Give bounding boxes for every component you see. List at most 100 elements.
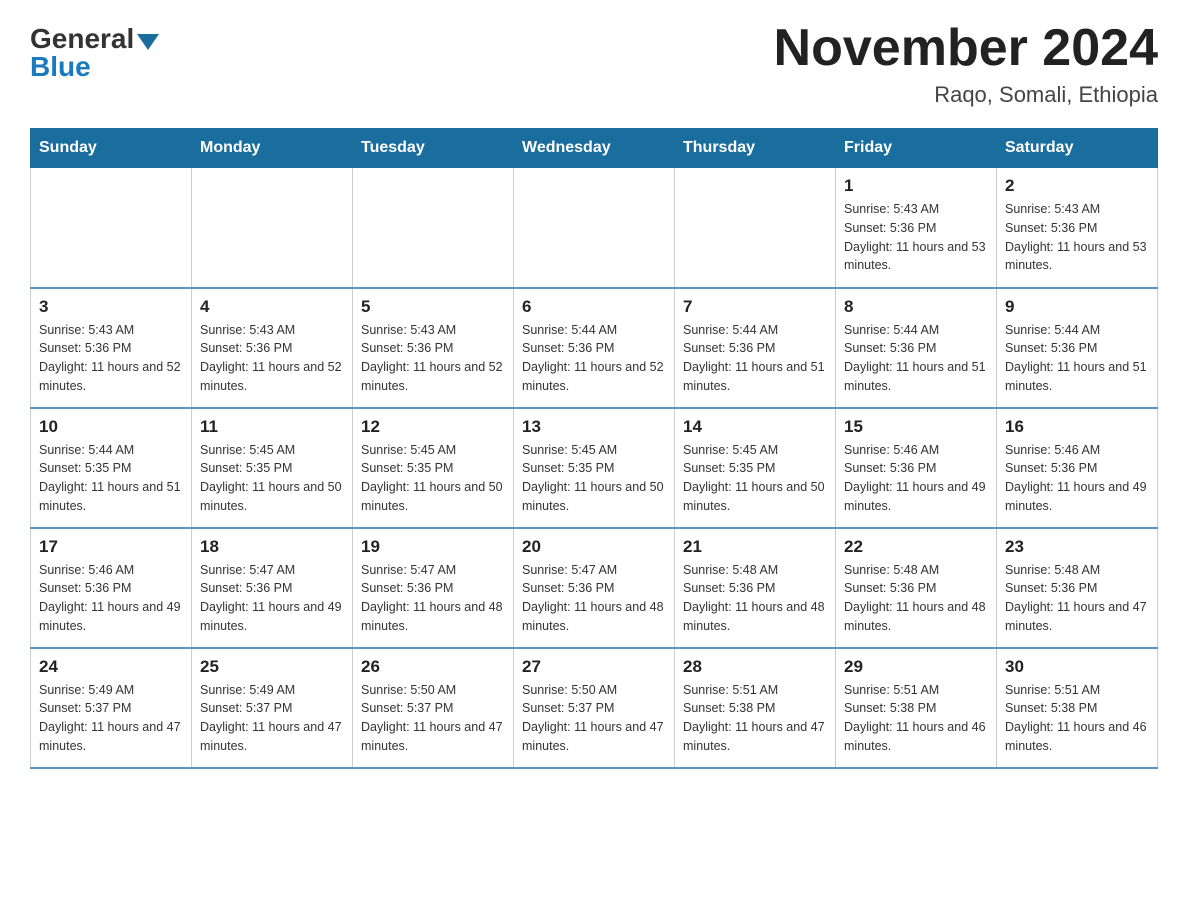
calendar-cell: 9 Sunrise: 5:44 AMSunset: 5:36 PMDaylight… bbox=[997, 288, 1158, 408]
calendar-header-row: SundayMondayTuesdayWednesdayThursdayFrid… bbox=[31, 129, 1158, 168]
weekday-header-friday: Friday bbox=[836, 129, 997, 168]
logo: General Blue bbox=[30, 20, 159, 81]
day-info: Sunrise: 5:44 AMSunset: 5:36 PMDaylight:… bbox=[844, 321, 988, 396]
day-info: Sunrise: 5:43 AMSunset: 5:36 PMDaylight:… bbox=[1005, 200, 1149, 275]
day-info: Sunrise: 5:45 AMSunset: 5:35 PMDaylight:… bbox=[683, 441, 827, 516]
logo-triangle-icon bbox=[137, 34, 159, 50]
weekday-header-tuesday: Tuesday bbox=[353, 129, 514, 168]
day-info: Sunrise: 5:46 AMSunset: 5:36 PMDaylight:… bbox=[844, 441, 988, 516]
day-number: 3 bbox=[39, 297, 183, 317]
calendar-week-2: 3 Sunrise: 5:43 AMSunset: 5:36 PMDaylight… bbox=[31, 288, 1158, 408]
calendar-cell: 13Sunrise: 5:45 AMSunset: 5:35 PMDayligh… bbox=[514, 408, 675, 528]
day-number: 16 bbox=[1005, 417, 1149, 437]
day-info: Sunrise: 5:43 AMSunset: 5:36 PMDaylight:… bbox=[361, 321, 505, 396]
weekday-header-monday: Monday bbox=[192, 129, 353, 168]
day-number: 24 bbox=[39, 657, 183, 677]
calendar-cell: 12 Sunrise: 5:45 AMSunset: 5:35 PMDayligh… bbox=[353, 408, 514, 528]
day-info: Sunrise: 5:48 AMSunset: 5:36 PMDaylight:… bbox=[683, 561, 827, 636]
day-number: 2 bbox=[1005, 176, 1149, 196]
day-info: Sunrise: 5:46 AMSunset: 5:36 PMDaylight:… bbox=[1005, 441, 1149, 516]
day-info: Sunrise: 5:43 AMSunset: 5:36 PMDaylight:… bbox=[844, 200, 988, 275]
month-title: November 2024 bbox=[774, 20, 1158, 77]
weekday-header-wednesday: Wednesday bbox=[514, 129, 675, 168]
day-number: 14 bbox=[683, 417, 827, 437]
calendar-cell bbox=[192, 168, 353, 288]
day-number: 6 bbox=[522, 297, 666, 317]
day-info: Sunrise: 5:48 AMSunset: 5:36 PMDaylight:… bbox=[844, 561, 988, 636]
day-info: Sunrise: 5:51 AMSunset: 5:38 PMDaylight:… bbox=[683, 681, 827, 756]
calendar-cell: 2 Sunrise: 5:43 AMSunset: 5:36 PMDaylight… bbox=[997, 168, 1158, 288]
day-info: Sunrise: 5:47 AMSunset: 5:36 PMDaylight:… bbox=[361, 561, 505, 636]
calendar-cell: 19Sunrise: 5:47 AMSunset: 5:36 PMDayligh… bbox=[353, 528, 514, 648]
day-info: Sunrise: 5:50 AMSunset: 5:37 PMDaylight:… bbox=[361, 681, 505, 756]
day-info: Sunrise: 5:49 AMSunset: 5:37 PMDaylight:… bbox=[39, 681, 183, 756]
calendar-cell: 17 Sunrise: 5:46 AMSunset: 5:36 PMDayligh… bbox=[31, 528, 192, 648]
day-number: 7 bbox=[683, 297, 827, 317]
calendar-cell: 6 Sunrise: 5:44 AMSunset: 5:36 PMDaylight… bbox=[514, 288, 675, 408]
day-info: Sunrise: 5:44 AMSunset: 5:35 PMDaylight:… bbox=[39, 441, 183, 516]
calendar-cell: 4 Sunrise: 5:43 AMSunset: 5:36 PMDaylight… bbox=[192, 288, 353, 408]
day-number: 30 bbox=[1005, 657, 1149, 677]
day-info: Sunrise: 5:46 AMSunset: 5:36 PMDaylight:… bbox=[39, 561, 183, 636]
day-info: Sunrise: 5:51 AMSunset: 5:38 PMDaylight:… bbox=[844, 681, 988, 756]
day-number: 8 bbox=[844, 297, 988, 317]
day-info: Sunrise: 5:47 AMSunset: 5:36 PMDaylight:… bbox=[200, 561, 344, 636]
day-number: 25 bbox=[200, 657, 344, 677]
calendar-cell bbox=[675, 168, 836, 288]
day-number: 29 bbox=[844, 657, 988, 677]
logo-blue-text: Blue bbox=[30, 53, 91, 81]
calendar-cell: 20 Sunrise: 5:47 AMSunset: 5:36 PMDayligh… bbox=[514, 528, 675, 648]
logo-general-text: General bbox=[30, 25, 134, 53]
weekday-header-thursday: Thursday bbox=[675, 129, 836, 168]
day-info: Sunrise: 5:44 AMSunset: 5:36 PMDaylight:… bbox=[683, 321, 827, 396]
calendar-cell: 14 Sunrise: 5:45 AMSunset: 5:35 PMDayligh… bbox=[675, 408, 836, 528]
calendar-cell: 27 Sunrise: 5:50 AMSunset: 5:37 PMDayligh… bbox=[514, 648, 675, 768]
calendar-cell bbox=[31, 168, 192, 288]
day-info: Sunrise: 5:50 AMSunset: 5:37 PMDaylight:… bbox=[522, 681, 666, 756]
calendar-cell: 30 Sunrise: 5:51 AMSunset: 5:38 PMDayligh… bbox=[997, 648, 1158, 768]
day-number: 22 bbox=[844, 537, 988, 557]
calendar-cell: 21Sunrise: 5:48 AMSunset: 5:36 PMDayligh… bbox=[675, 528, 836, 648]
day-info: Sunrise: 5:48 AMSunset: 5:36 PMDaylight:… bbox=[1005, 561, 1149, 636]
calendar-cell: 22 Sunrise: 5:48 AMSunset: 5:36 PMDayligh… bbox=[836, 528, 997, 648]
calendar-cell: 29 Sunrise: 5:51 AMSunset: 5:38 PMDayligh… bbox=[836, 648, 997, 768]
day-info: Sunrise: 5:43 AMSunset: 5:36 PMDaylight:… bbox=[200, 321, 344, 396]
day-number: 27 bbox=[522, 657, 666, 677]
day-info: Sunrise: 5:44 AMSunset: 5:36 PMDaylight:… bbox=[1005, 321, 1149, 396]
day-number: 15 bbox=[844, 417, 988, 437]
calendar-week-4: 17 Sunrise: 5:46 AMSunset: 5:36 PMDayligh… bbox=[31, 528, 1158, 648]
day-number: 17 bbox=[39, 537, 183, 557]
calendar-cell: 18 Sunrise: 5:47 AMSunset: 5:36 PMDayligh… bbox=[192, 528, 353, 648]
calendar-cell bbox=[514, 168, 675, 288]
day-number: 20 bbox=[522, 537, 666, 557]
day-number: 28 bbox=[683, 657, 827, 677]
location-subtitle: Raqo, Somali, Ethiopia bbox=[774, 82, 1158, 108]
day-number: 11 bbox=[200, 417, 344, 437]
calendar-cell: 11 Sunrise: 5:45 AMSunset: 5:35 PMDayligh… bbox=[192, 408, 353, 528]
calendar-cell: 23Sunrise: 5:48 AMSunset: 5:36 PMDayligh… bbox=[997, 528, 1158, 648]
day-info: Sunrise: 5:45 AMSunset: 5:35 PMDaylight:… bbox=[361, 441, 505, 516]
day-info: Sunrise: 5:43 AMSunset: 5:36 PMDaylight:… bbox=[39, 321, 183, 396]
calendar-week-3: 10Sunrise: 5:44 AMSunset: 5:35 PMDayligh… bbox=[31, 408, 1158, 528]
calendar-cell: 3 Sunrise: 5:43 AMSunset: 5:36 PMDaylight… bbox=[31, 288, 192, 408]
calendar-cell: 15 Sunrise: 5:46 AMSunset: 5:36 PMDayligh… bbox=[836, 408, 997, 528]
calendar-cell: 8 Sunrise: 5:44 AMSunset: 5:36 PMDaylight… bbox=[836, 288, 997, 408]
calendar-cell: 26 Sunrise: 5:50 AMSunset: 5:37 PMDayligh… bbox=[353, 648, 514, 768]
day-info: Sunrise: 5:45 AMSunset: 5:35 PMDaylight:… bbox=[200, 441, 344, 516]
calendar-cell: 24 Sunrise: 5:49 AMSunset: 5:37 PMDayligh… bbox=[31, 648, 192, 768]
calendar-cell: 5 Sunrise: 5:43 AMSunset: 5:36 PMDaylight… bbox=[353, 288, 514, 408]
day-number: 5 bbox=[361, 297, 505, 317]
day-number: 1 bbox=[844, 176, 988, 196]
day-number: 12 bbox=[361, 417, 505, 437]
day-number: 13 bbox=[522, 417, 666, 437]
calendar-table: SundayMondayTuesdayWednesdayThursdayFrid… bbox=[30, 128, 1158, 769]
page-header: General Blue November 2024 Raqo, Somali,… bbox=[30, 20, 1158, 108]
day-number: 18 bbox=[200, 537, 344, 557]
day-info: Sunrise: 5:47 AMSunset: 5:36 PMDaylight:… bbox=[522, 561, 666, 636]
calendar-cell: 7 Sunrise: 5:44 AMSunset: 5:36 PMDaylight… bbox=[675, 288, 836, 408]
day-info: Sunrise: 5:44 AMSunset: 5:36 PMDaylight:… bbox=[522, 321, 666, 396]
day-number: 26 bbox=[361, 657, 505, 677]
day-number: 4 bbox=[200, 297, 344, 317]
day-number: 9 bbox=[1005, 297, 1149, 317]
day-info: Sunrise: 5:51 AMSunset: 5:38 PMDaylight:… bbox=[1005, 681, 1149, 756]
